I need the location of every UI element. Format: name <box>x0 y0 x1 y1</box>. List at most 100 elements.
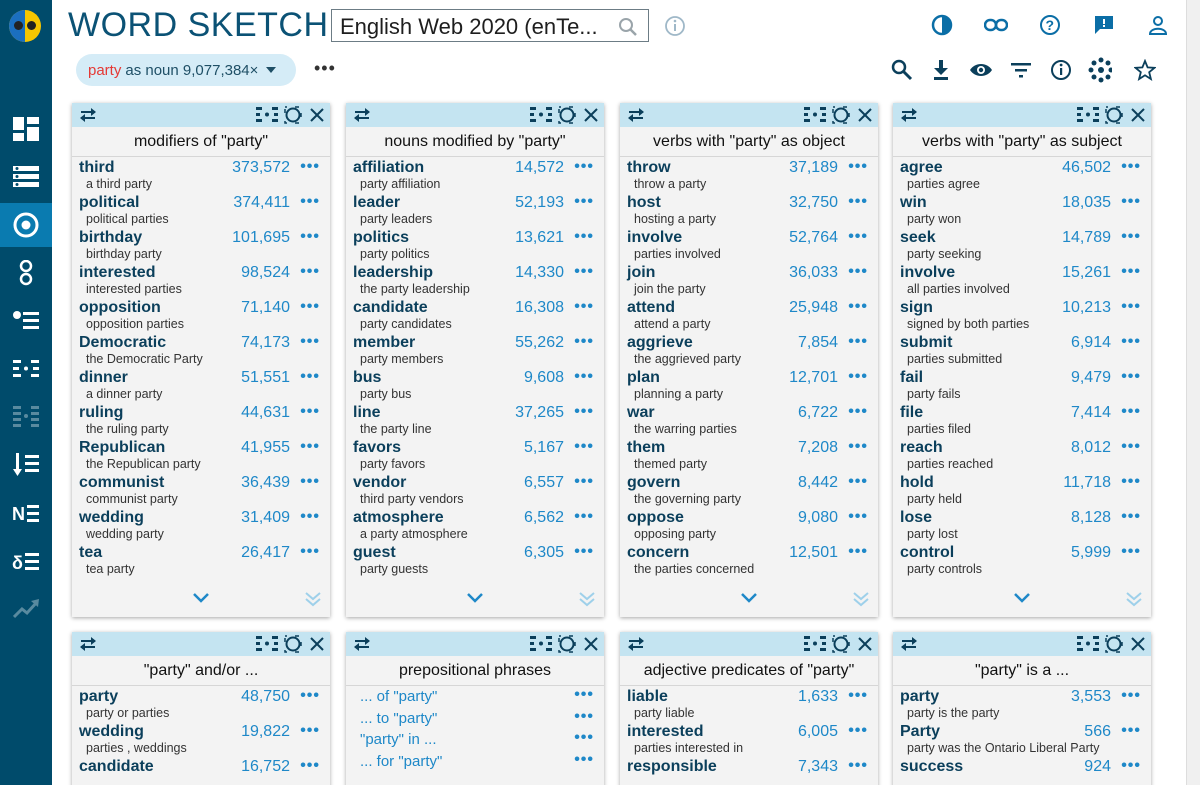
cluster-icon[interactable] <box>1088 57 1112 83</box>
collocate-word[interactable]: control <box>900 544 954 562</box>
row-menu-button[interactable]: ••• <box>300 193 320 211</box>
collocate-frequency[interactable]: 51,551 <box>241 369 290 387</box>
row-menu-button[interactable]: ••• <box>574 368 594 386</box>
collocate-word[interactable]: communist <box>79 474 164 492</box>
collocate-word[interactable]: tea <box>79 544 102 562</box>
collocate-frequency[interactable]: 36,033 <box>789 264 838 282</box>
row-menu-button[interactable]: ••• <box>300 757 320 775</box>
collocate-word[interactable]: govern <box>627 474 680 492</box>
collocate-word[interactable]: join <box>627 264 655 282</box>
collocation-row[interactable]: affiliation 14,572 ••• party affiliation <box>346 157 604 192</box>
collocate-frequency[interactable]: 14,330 <box>515 264 564 282</box>
sort-icon[interactable] <box>0 443 52 487</box>
columns-icon[interactable] <box>530 106 552 127</box>
row-menu-button[interactable]: ••• <box>574 686 594 704</box>
collocate-frequency[interactable]: 11,718 <box>1063 474 1111 492</box>
swap-icon[interactable] <box>899 636 919 657</box>
collocate-word[interactable]: interested <box>79 264 155 282</box>
row-menu-button[interactable]: ••• <box>848 193 868 211</box>
search-icon[interactable] <box>618 17 638 41</box>
collocate-word[interactable]: wedding <box>79 723 144 741</box>
close-icon[interactable] <box>309 107 325 128</box>
maximize-icon[interactable] <box>284 106 302 129</box>
columns-icon[interactable] <box>256 635 278 656</box>
row-menu-button[interactable]: ••• <box>1121 438 1141 456</box>
collocate-word[interactable]: reach <box>900 439 943 457</box>
close-icon[interactable] <box>1130 107 1146 128</box>
collocation-row[interactable]: concern 12,501 ••• the parties concerned <box>620 542 878 577</box>
collocation-row[interactable]: birthday 101,695 ••• birthday party <box>72 227 330 262</box>
collocate-word[interactable]: candidate <box>79 758 154 776</box>
swap-icon[interactable] <box>78 107 98 128</box>
collocate-frequency[interactable]: 12,501 <box>789 544 838 562</box>
collocation-row[interactable]: leader 52,193 ••• party leaders <box>346 192 604 227</box>
row-menu-button[interactable]: ••• <box>848 368 868 386</box>
collocate-frequency[interactable]: 44,631 <box>241 404 290 422</box>
collocate-word[interactable]: atmosphere <box>353 509 444 527</box>
collocate-word[interactable]: war <box>627 404 655 422</box>
collocate-word[interactable]: favors <box>353 439 401 457</box>
collocate-word[interactable]: file <box>900 404 923 422</box>
collocate-frequency[interactable]: 6,557 <box>524 474 564 492</box>
row-menu-button[interactable]: ••• <box>1121 228 1141 246</box>
collocate-frequency[interactable]: 26,417 <box>241 544 290 562</box>
collocation-row[interactable]: dinner 51,551 ••• a dinner party <box>72 367 330 402</box>
row-menu-button[interactable]: ••• <box>848 263 868 281</box>
corpus-info-icon[interactable] <box>664 15 686 42</box>
ne-icon[interactable]: N <box>0 491 52 535</box>
collocate-frequency[interactable]: 71,140 <box>241 299 290 317</box>
collocate-word[interactable]: seek <box>900 229 936 247</box>
row-menu-button[interactable]: ••• <box>848 473 868 491</box>
collocate-frequency[interactable]: 8,012 <box>1071 439 1111 457</box>
swap-icon[interactable] <box>899 107 919 128</box>
row-menu-button[interactable]: ••• <box>1121 687 1141 705</box>
row-menu-button[interactable]: ••• <box>848 228 868 246</box>
row-menu-button[interactable]: ••• <box>1121 158 1141 176</box>
row-menu-button[interactable]: ••• <box>300 333 320 351</box>
collocate-frequency[interactable]: 52,764 <box>789 229 838 247</box>
collocate-word[interactable]: win <box>900 194 927 212</box>
row-menu-button[interactable]: ••• <box>574 708 594 726</box>
row-menu-button[interactable]: ••• <box>848 757 868 775</box>
row-menu-button[interactable]: ••• <box>848 158 868 176</box>
collocate-frequency[interactable]: 8,442 <box>798 474 838 492</box>
row-menu-button[interactable]: ••• <box>1121 403 1141 421</box>
maximize-icon[interactable] <box>558 635 576 658</box>
theme-icon[interactable] <box>930 13 954 37</box>
collocation-row[interactable]: Party 566 ••• party was the Ontario Liberal… <box>893 721 1151 756</box>
row-menu-button[interactable]: ••• <box>1121 368 1141 386</box>
close-icon[interactable] <box>857 107 873 128</box>
prepositional-phrase-row[interactable]: ... for "party" ••• <box>346 751 604 773</box>
collocate-frequency[interactable]: 566 <box>1084 723 1111 741</box>
collocate-word[interactable]: them <box>627 439 665 457</box>
target-icon[interactable] <box>0 203 52 247</box>
show-all-icon[interactable] <box>578 591 596 614</box>
collocate-word[interactable]: affiliation <box>353 159 424 177</box>
row-menu-button[interactable]: ••• <box>300 508 320 526</box>
row-menu-button[interactable]: ••• <box>300 228 320 246</box>
show-more-icon[interactable] <box>466 591 484 609</box>
close-icon[interactable] <box>309 636 325 657</box>
collocate-word[interactable]: Party <box>900 723 940 741</box>
row-menu-button[interactable]: ••• <box>574 508 594 526</box>
row-menu-button[interactable]: ••• <box>574 298 594 316</box>
show-more-icon[interactable] <box>1013 591 1031 609</box>
row-menu-button[interactable]: ••• <box>574 193 594 211</box>
collocation-row[interactable]: interested 6,005 ••• parties interested in <box>620 721 878 756</box>
prepositional-phrase-row[interactable]: ... of "party" ••• <box>346 686 604 708</box>
swap-icon[interactable] <box>352 107 372 128</box>
collocate-word[interactable]: agree <box>900 159 943 177</box>
collocation-row[interactable]: communist 36,439 ••• communist party <box>72 472 330 507</box>
row-menu-button[interactable]: ••• <box>1121 298 1141 316</box>
collocate-frequency[interactable]: 7,854 <box>798 334 838 352</box>
help-icon[interactable]: ? <box>1038 13 1062 37</box>
row-menu-button[interactable]: ••• <box>574 403 594 421</box>
row-menu-button[interactable]: ••• <box>300 722 320 740</box>
collocate-word[interactable]: involve <box>900 264 955 282</box>
collocation-row[interactable]: Democratic 74,173 ••• the Democratic Party <box>72 332 330 367</box>
collocate-word[interactable]: Democratic <box>79 334 166 352</box>
collocation-row[interactable]: sign 10,213 ••• signed by both parties <box>893 297 1151 332</box>
collocation-row[interactable]: submit 6,914 ••• parties submitted <box>893 332 1151 367</box>
collocation-row[interactable]: seek 14,789 ••• party seeking <box>893 227 1151 262</box>
row-menu-button[interactable]: ••• <box>848 298 868 316</box>
